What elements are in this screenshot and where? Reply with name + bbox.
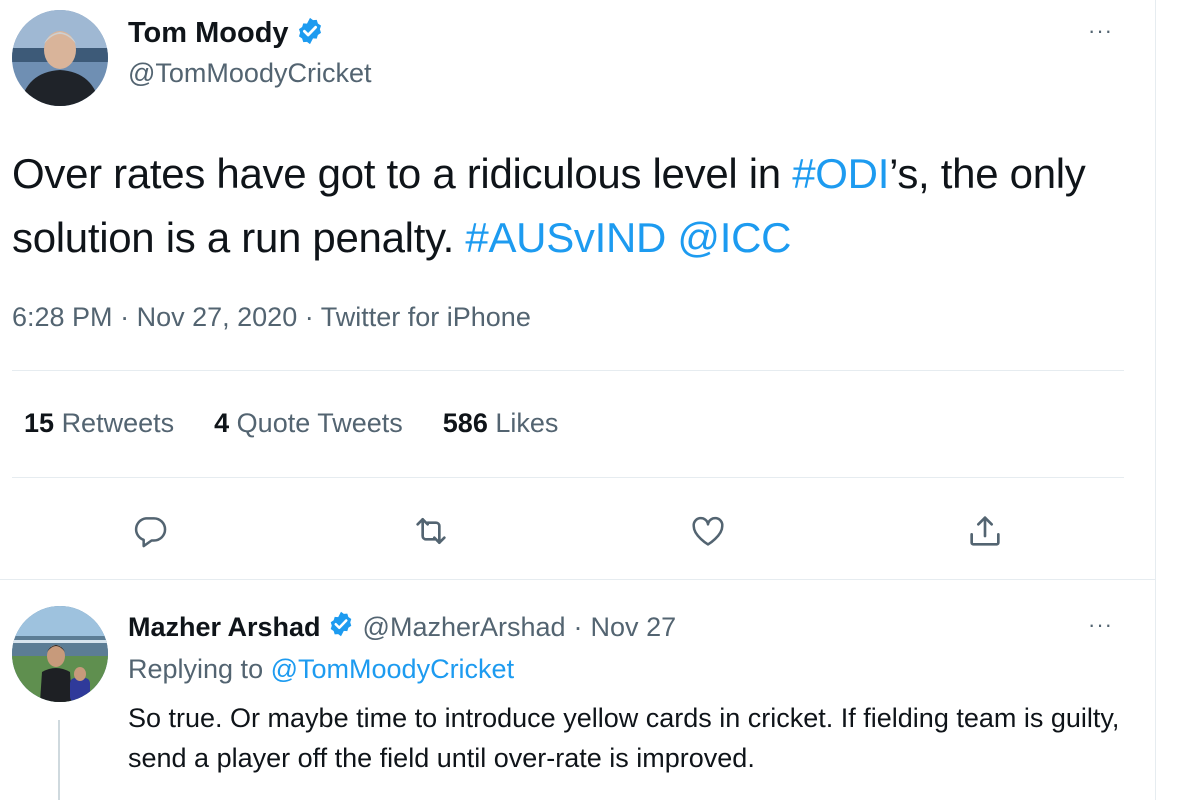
verified-badge-icon	[327, 610, 355, 645]
retweets-stat[interactable]: 15 Retweets	[24, 408, 174, 439]
retweets-label: Retweets	[61, 408, 175, 438]
share-button[interactable]	[960, 508, 1010, 558]
replying-to-prefix: Replying to	[128, 654, 264, 684]
tweet-stats: 15 Retweets 4 Quote Tweets 586 Likes	[24, 408, 558, 439]
reply-author-handle[interactable]: @MazherArshad	[363, 612, 566, 643]
tweet-date[interactable]: Nov 27, 2020	[137, 302, 298, 332]
author-handle[interactable]: @TomMoodyCricket	[128, 58, 371, 89]
meta-separator: ·	[304, 302, 314, 332]
quotes-stat[interactable]: 4 Quote Tweets	[214, 408, 403, 439]
tweet-text-part-1: Over rates have got to a ridiculous leve…	[12, 150, 793, 197]
thread-line	[58, 720, 60, 800]
reply-button[interactable]	[125, 508, 175, 558]
more-icon[interactable]: ···	[1088, 20, 1113, 42]
reply-author-avatar[interactable]	[12, 606, 108, 702]
divider	[12, 477, 1124, 478]
tweet-meta: 6:28 PM · Nov 27, 2020 · Twitter for iPh…	[12, 302, 531, 333]
reply-date[interactable]: Nov 27	[591, 612, 677, 643]
tweet-time[interactable]: 6:28 PM	[12, 302, 113, 332]
verified-badge-icon	[295, 16, 325, 51]
column-border	[1155, 0, 1156, 800]
share-icon	[965, 511, 1005, 556]
reply-icon	[131, 512, 169, 555]
author-avatar[interactable]	[12, 10, 108, 106]
author-name-row: Tom Moody	[128, 16, 325, 51]
reply-name-row: Mazher Arshad @MazherArshad · Nov 27	[128, 610, 676, 645]
tweet-separator	[0, 579, 1155, 580]
retweet-icon	[411, 511, 451, 556]
tweet-actions	[0, 508, 1160, 558]
replying-to-link[interactable]: @TomMoodyCricket	[271, 654, 514, 685]
reply-author-name[interactable]: Mazher Arshad	[128, 612, 321, 643]
meta-separator: ·	[120, 302, 130, 332]
tweet-source[interactable]: Twitter for iPhone	[321, 302, 531, 332]
likes-count: 586	[442, 408, 488, 438]
author-name[interactable]: Tom Moody	[128, 17, 289, 50]
tweet-text: Over rates have got to a ridiculous leve…	[12, 142, 1132, 270]
reply-meta-separator: ·	[573, 612, 583, 642]
more-icon[interactable]: ···	[1088, 614, 1113, 636]
like-button[interactable]	[683, 508, 733, 558]
replying-to-line: Replying to @TomMoodyCricket	[128, 654, 514, 685]
quotes-label: Quote Tweets	[236, 408, 403, 438]
mention-icc-link[interactable]: @ICC	[677, 214, 791, 261]
divider	[12, 370, 1124, 371]
likes-stat[interactable]: 586 Likes	[443, 408, 559, 439]
hashtag-ausvind-link[interactable]: #AUSvIND	[465, 214, 666, 261]
retweet-button[interactable]	[406, 508, 456, 558]
retweets-count: 15	[24, 408, 55, 438]
hashtag-odi-link[interactable]: #ODI	[792, 150, 889, 197]
reply-text: So true. Or maybe time to introduce yell…	[128, 703, 1120, 773]
quotes-count: 4	[214, 408, 230, 438]
likes-label: Likes	[495, 408, 559, 438]
like-icon	[689, 512, 727, 555]
